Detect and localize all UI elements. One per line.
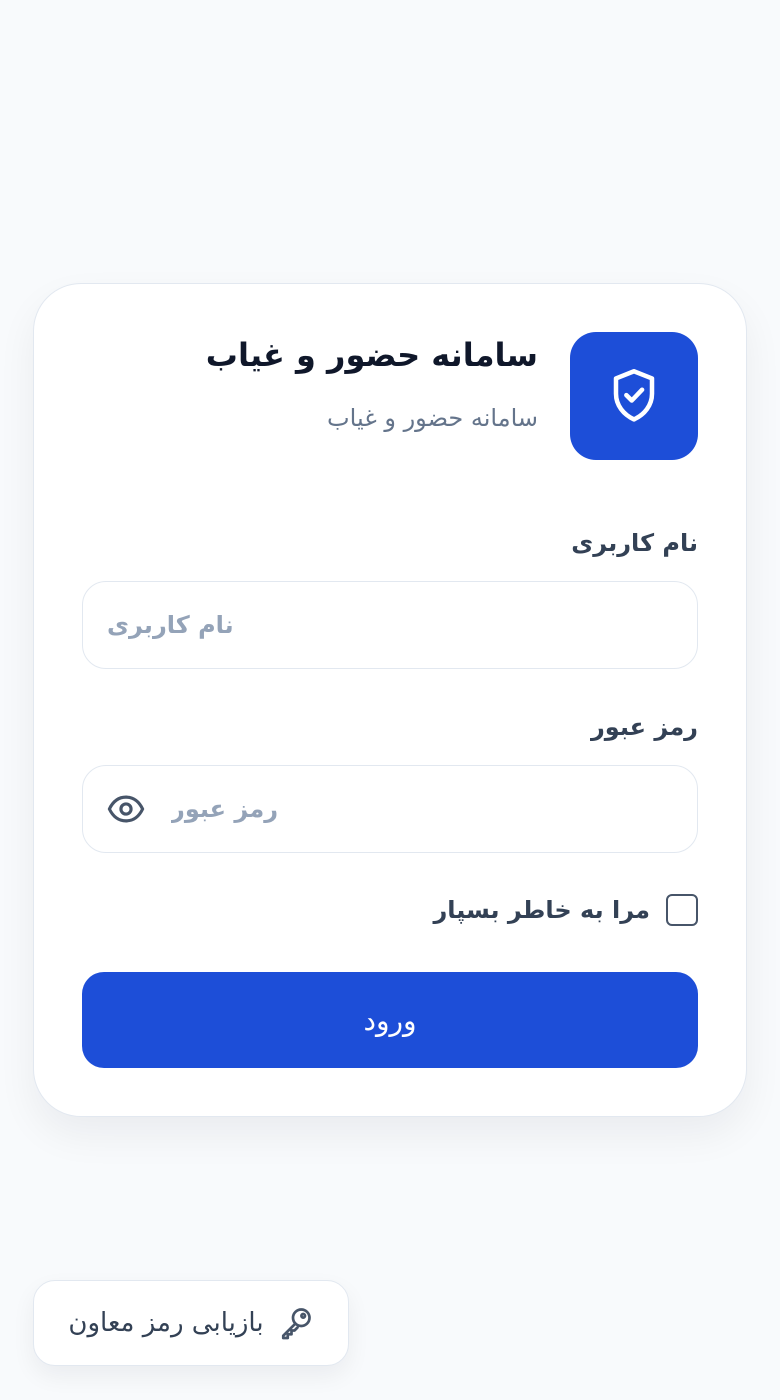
password-input[interactable] (171, 766, 675, 851)
remember-me-row: مرا به خاطر بسپار (433, 894, 698, 926)
login-button[interactable]: ورود (82, 972, 698, 1068)
password-field-box (82, 765, 698, 853)
shield-check-icon (613, 369, 655, 422)
username-input[interactable] (107, 582, 675, 667)
page-title: سامانه حضور و غیاب (205, 336, 538, 374)
key-icon (281, 1308, 311, 1340)
remember-me-label: مرا به خاطر بسپار (433, 896, 650, 924)
username-field-box (82, 581, 698, 669)
remember-me-checkbox[interactable] (666, 894, 698, 926)
show-password-toggle[interactable] (107, 792, 145, 826)
eye-icon (107, 795, 145, 823)
recover-label: بازیابی رمز معاون (68, 1308, 264, 1338)
username-label: نام کاربری (571, 529, 698, 557)
login-card: سامانه حضور و غیاب سامانه حضور و غیاب نا… (33, 283, 747, 1117)
logo (570, 332, 698, 460)
page-subtitle: سامانه حضور و غیاب (327, 404, 538, 432)
recover-deputy-password-button[interactable]: بازیابی رمز معاون (33, 1280, 349, 1366)
password-label: رمز عبور (590, 713, 698, 741)
